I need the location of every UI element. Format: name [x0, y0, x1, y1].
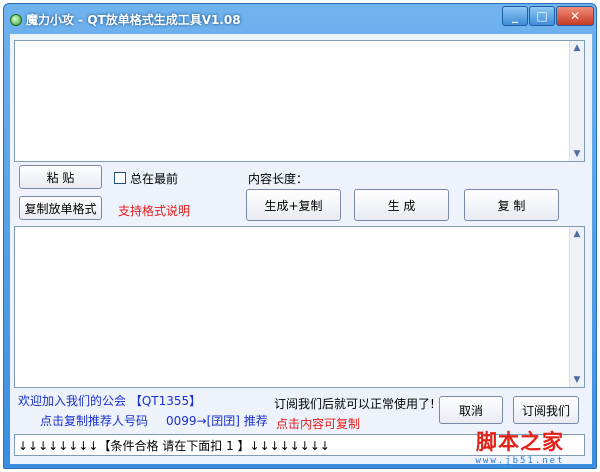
- subscribe-button[interactable]: 订阅我们: [513, 396, 579, 424]
- output-textarea[interactable]: ▲ ▼: [14, 226, 585, 388]
- input-textarea[interactable]: ▲ ▼: [14, 40, 585, 162]
- app-window: 魔力小攻 - QT放单格式生成工具V1.08 _ □ ✕ ▲ ▼ 粘 贴 复制放…: [3, 3, 597, 469]
- scroll-down-icon[interactable]: ▼: [571, 374, 583, 386]
- cancel-button[interactable]: 取消: [439, 396, 503, 424]
- scroll-up-icon[interactable]: ▲: [571, 42, 583, 54]
- scroll-down-icon[interactable]: ▼: [571, 148, 583, 160]
- copy-format-button[interactable]: 复制放单格式: [19, 196, 102, 220]
- referrer-text: 0099→[囝囝] 推荐: [166, 414, 268, 428]
- copy-button[interactable]: 复 制: [464, 189, 559, 221]
- window-title: 魔力小攻 - QT放单格式生成工具V1.08: [26, 13, 241, 27]
- app-logo-icon: [10, 14, 22, 26]
- content-length-label: 内容长度：: [248, 172, 309, 186]
- copy-referrer-link[interactable]: 点击复制推荐人号码: [40, 412, 148, 429]
- copyable-hint: 点击内容可复制: [276, 417, 361, 431]
- welcome-text: 欢迎加入我们的公会 【QT1355】: [18, 394, 202, 408]
- bottom-reply-field[interactable]: ↓↓↓↓↓↓↓↓【条件合格 请在下面扣 1 】↓↓↓↓↓↓↓↓: [14, 434, 585, 456]
- title-bar[interactable]: 魔力小攻 - QT放单格式生成工具V1.08 _ □ ✕: [4, 4, 596, 34]
- subscribe-text: 订阅我们后就可以正常使用了!: [274, 397, 435, 411]
- always-on-top-label: 总在最前: [130, 172, 179, 186]
- generate-button[interactable]: 生 成: [354, 189, 449, 221]
- input-scrollbar[interactable]: ▲ ▼: [569, 41, 584, 161]
- scroll-up-icon[interactable]: ▲: [571, 228, 583, 240]
- output-scrollbar[interactable]: ▲ ▼: [569, 227, 584, 387]
- paste-button[interactable]: 粘 贴: [19, 165, 102, 189]
- minimize-button[interactable]: _: [502, 6, 528, 26]
- watermark-url: www.jb51.net: [475, 456, 565, 466]
- format-help-link[interactable]: 支持格式说明: [118, 202, 190, 219]
- close-button[interactable]: ✕: [556, 6, 594, 26]
- maximize-button[interactable]: □: [529, 6, 555, 26]
- client-area: ▲ ▼ 粘 贴 复制放单格式 总在最前 支持格式说明 内容长度： 生成+复制 生…: [10, 34, 592, 466]
- generate-copy-button[interactable]: 生成+复制: [246, 189, 341, 221]
- always-on-top-checkbox[interactable]: [114, 172, 126, 184]
